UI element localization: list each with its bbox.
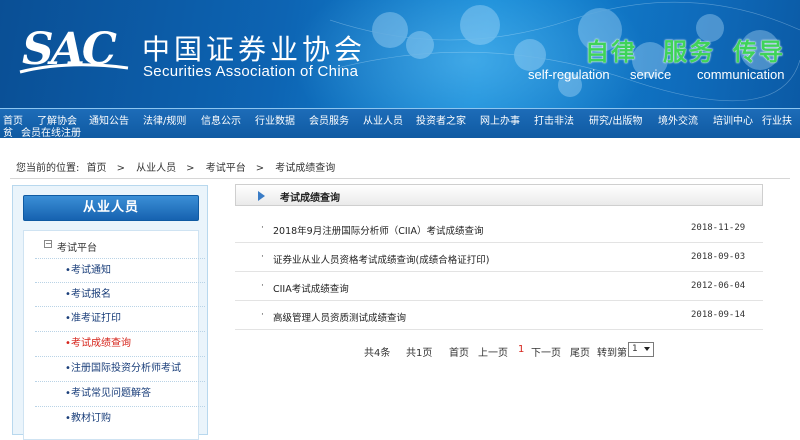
list-item-link[interactable]: CIIA考试成绩查询 (273, 281, 349, 295)
bullet-dot-icon: • (65, 363, 71, 374)
org-name-cn: 中国证券业协会 (142, 33, 367, 66)
list-item[interactable]: · 证券业从业人员资格考试成绩查询(成绩合格证打印) 2018-09-03 (235, 243, 763, 272)
sidebar-item-label: 准考证打印 (71, 313, 121, 324)
breadcrumb-separator: > (116, 163, 125, 174)
list-item[interactable]: · 高级管理人员资质测试成绩查询 2018-09-14 (235, 301, 763, 330)
sidebar-item-label: 注册国际投资分析师考试 (71, 363, 181, 374)
breadcrumb-current: 考试成绩查询 (275, 163, 336, 174)
nav-investors[interactable]: 投资者之家 (416, 112, 466, 127)
bullet-dot-icon: • (65, 313, 71, 324)
breadcrumb-practitioners[interactable]: 从业人员 (136, 163, 176, 174)
pager-first-button[interactable]: 首页 (449, 344, 469, 359)
pager-total-count: 共4条 (364, 348, 391, 359)
triangle-right-icon (258, 191, 265, 201)
breadcrumb-prefix: 您当前的位置: (16, 163, 80, 174)
main-nav: 首页 了解协会 通知公告 法律/规则 信息公示 行业数据 会员服务 从业人员 投… (0, 108, 800, 139)
header-banner: SAC 中国证券业协会 Securities Association of Ch… (0, 0, 800, 108)
motto-en-communication: communication (697, 67, 785, 82)
chevron-down-icon (644, 347, 650, 351)
bullet-icon: · (261, 223, 264, 233)
breadcrumb-separator: > (255, 163, 265, 174)
bullet-icon: · (261, 281, 264, 291)
nav-online-service[interactable]: 网上办事 (480, 112, 520, 127)
sac-logo[interactable]: SAC (18, 22, 129, 82)
motto-self-regulation: 自律 (585, 38, 637, 66)
sidebar-item-label: 教材订购 (71, 413, 111, 424)
nav-laws[interactable]: 法律/规则 (143, 112, 186, 127)
list-item-link[interactable]: 证券业从业人员资格考试成绩查询(成绩合格证打印) (273, 252, 489, 266)
logo-swoosh-icon (19, 63, 129, 74)
pager-current-page: 1 (518, 344, 525, 355)
list-item-date: 2012-06-04 (691, 281, 746, 291)
content-title: 考试成绩查询 (280, 193, 340, 204)
sidebar-item-faq[interactable]: • 考试常见问题解答 (35, 381, 205, 405)
page-select-dropdown[interactable]: 1 (628, 342, 654, 357)
motto-en-service: service (630, 67, 672, 82)
pager-last-button[interactable]: 尾页 (570, 344, 590, 359)
sidebar-item-label: 考试通知 (71, 265, 111, 276)
sidebar-item-exam-notice[interactable]: • 考试通知 (35, 258, 205, 282)
breadcrumb-separator: > (186, 163, 195, 174)
page-select-value: 1 (632, 344, 638, 354)
motto-en-self-regulation: self-regulation (528, 67, 610, 82)
motto-service: 服务 (663, 38, 715, 66)
nav-poverty-relief[interactable]: 行业扶 (762, 112, 792, 127)
nav-industry-data[interactable]: 行业数据 (255, 112, 295, 127)
nav-research[interactable]: 研究/出版物 (589, 112, 642, 127)
bullet-icon: · (261, 252, 264, 262)
sidebar-item-label: 考试报名 (71, 289, 111, 300)
list-item-link[interactable]: 2018年9月注册国际分析师（CIIA）考试成绩查询 (273, 223, 483, 237)
bullet-dot-icon: • (65, 338, 71, 349)
nav-disclosure[interactable]: 信息公示 (201, 112, 241, 127)
list-item-date: 2018-09-14 (691, 310, 746, 320)
list-item-date: 2018-09-03 (691, 252, 746, 262)
breadcrumb-home[interactable]: 首页 (87, 163, 107, 174)
sidebar-item-admission-ticket[interactable]: • 准考证打印 (35, 306, 205, 330)
content-header: 考试成绩查询 (235, 184, 763, 206)
sidebar-item-ciia-exam[interactable]: • 注册国际投资分析师考试 (35, 356, 205, 380)
sidebar-group-exam-platform[interactable]: − 考试平台 (44, 239, 97, 254)
sidebar: 从业人员 − 考试平台 • 考试通知 • 考试报名 • 准考证打印 • 考试成绩查询 •… (12, 185, 208, 440)
sidebar-item-textbook-order[interactable]: • 教材订购 (35, 406, 205, 430)
sidebar-group-label: 考试平台 (57, 243, 97, 254)
list-item[interactable]: · CIIA考试成绩查询 2012-06-04 (235, 272, 763, 301)
pager-total-pages: 共1页 (406, 348, 433, 359)
sidebar-item-exam-registration[interactable]: • 考试报名 (35, 282, 205, 306)
nav-training[interactable]: 培训中心 (713, 112, 753, 127)
breadcrumb-divider (10, 178, 790, 179)
nav-overseas[interactable]: 境外交流 (658, 112, 698, 127)
breadcrumb-exam-platform[interactable]: 考试平台 (206, 163, 246, 174)
bullet-dot-icon: • (65, 265, 71, 276)
world-map-decoration (330, 1, 800, 102)
nav-practitioners[interactable]: 从业人员 (363, 112, 403, 127)
org-name-en: Securities Association of China (143, 63, 359, 80)
motto-communication: 传导 (733, 38, 785, 66)
collapse-minus-icon[interactable]: − (44, 240, 52, 248)
sidebar-title: 从业人员 (23, 195, 199, 221)
bullet-dot-icon: • (65, 289, 71, 300)
sidebar-item-label: 考试成绩查询 (71, 338, 131, 349)
list-item-link[interactable]: 高级管理人员资质测试成绩查询 (273, 310, 406, 324)
list-item[interactable]: · 2018年9月注册国际分析师（CIIA）考试成绩查询 2018-11-29 (235, 214, 763, 243)
nav-member-service[interactable]: 会员服务 (309, 112, 349, 127)
nav-notices[interactable]: 通知公告 (89, 112, 129, 127)
bullet-icon: · (261, 310, 264, 320)
nav-anti-illegal[interactable]: 打击非法 (534, 112, 574, 127)
list-item-date: 2018-11-29 (691, 223, 746, 233)
nav-poverty-relief-wrap[interactable]: 贫 (3, 124, 13, 139)
pager-next-button[interactable]: 下一页 (531, 344, 561, 359)
bullet-dot-icon: • (65, 413, 71, 424)
bullet-dot-icon: • (65, 388, 71, 399)
sidebar-item-label: 考试常见问题解答 (71, 388, 151, 399)
sidebar-item-score-query[interactable]: • 考试成绩查询 (35, 331, 205, 355)
nav-member-register[interactable]: 会员在线注册 (21, 124, 81, 139)
breadcrumb: 您当前的位置: 首页 > 从业人员 > 考试平台 > 考试成绩查询 (16, 159, 339, 174)
pager-goto-label: 转到第 (597, 348, 627, 359)
pager-prev-button[interactable]: 上一页 (478, 344, 508, 359)
